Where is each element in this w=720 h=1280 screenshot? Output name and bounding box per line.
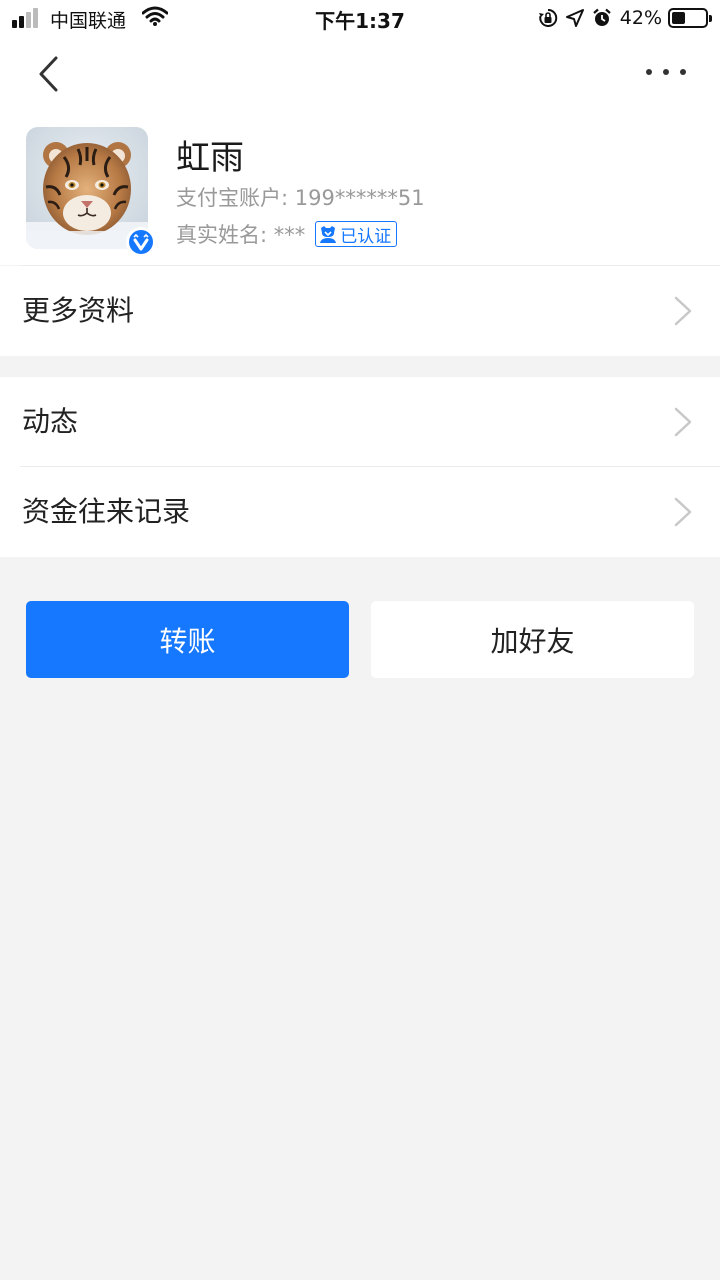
chevron-left-icon bbox=[39, 56, 58, 92]
fund-records-label: 资金往来记录 bbox=[22, 495, 191, 528]
alarm-icon bbox=[592, 8, 612, 28]
more-button[interactable] bbox=[646, 60, 686, 84]
account-number: 支付宝账户: 199******51 bbox=[176, 186, 425, 210]
profile-header: 虹雨 支付宝账户: 199******51 真实姓名: *** 已认证 bbox=[0, 112, 720, 265]
battery-icon bbox=[668, 8, 712, 28]
certified-label: 已认证 bbox=[340, 226, 392, 247]
profile-name: 虹雨 bbox=[176, 138, 244, 178]
chevron-right-icon bbox=[674, 497, 692, 527]
more-info-row[interactable]: 更多资料 bbox=[0, 266, 720, 356]
nav-bar bbox=[0, 40, 720, 112]
more-dot bbox=[680, 69, 686, 75]
location-icon bbox=[565, 9, 584, 27]
battery-percent: 42% bbox=[619, 7, 662, 29]
transfer-button[interactable]: 转账 bbox=[26, 601, 349, 678]
certified-person-icon bbox=[320, 226, 337, 243]
real-name: 真实姓名: *** bbox=[176, 223, 306, 247]
add-friend-button[interactable]: 加好友 bbox=[371, 601, 694, 678]
back-button[interactable] bbox=[28, 52, 68, 96]
chevron-right-icon bbox=[674, 296, 692, 326]
verified-badge-icon bbox=[125, 226, 157, 258]
battery-level bbox=[672, 12, 685, 24]
moments-label: 动态 bbox=[22, 405, 79, 438]
orientation-lock-icon bbox=[538, 8, 558, 28]
moments-row[interactable]: 动态 bbox=[0, 377, 720, 467]
chevron-right-icon bbox=[674, 407, 692, 437]
more-dot bbox=[663, 69, 669, 75]
more-info-label: 更多资料 bbox=[22, 294, 135, 327]
certified-tag[interactable]: 已认证 bbox=[315, 221, 398, 247]
status-bar: 中国联通 下午1:37 42% bbox=[0, 0, 720, 40]
fund-records-row[interactable]: 资金往来记录 bbox=[0, 467, 720, 557]
more-dot bbox=[646, 69, 652, 75]
